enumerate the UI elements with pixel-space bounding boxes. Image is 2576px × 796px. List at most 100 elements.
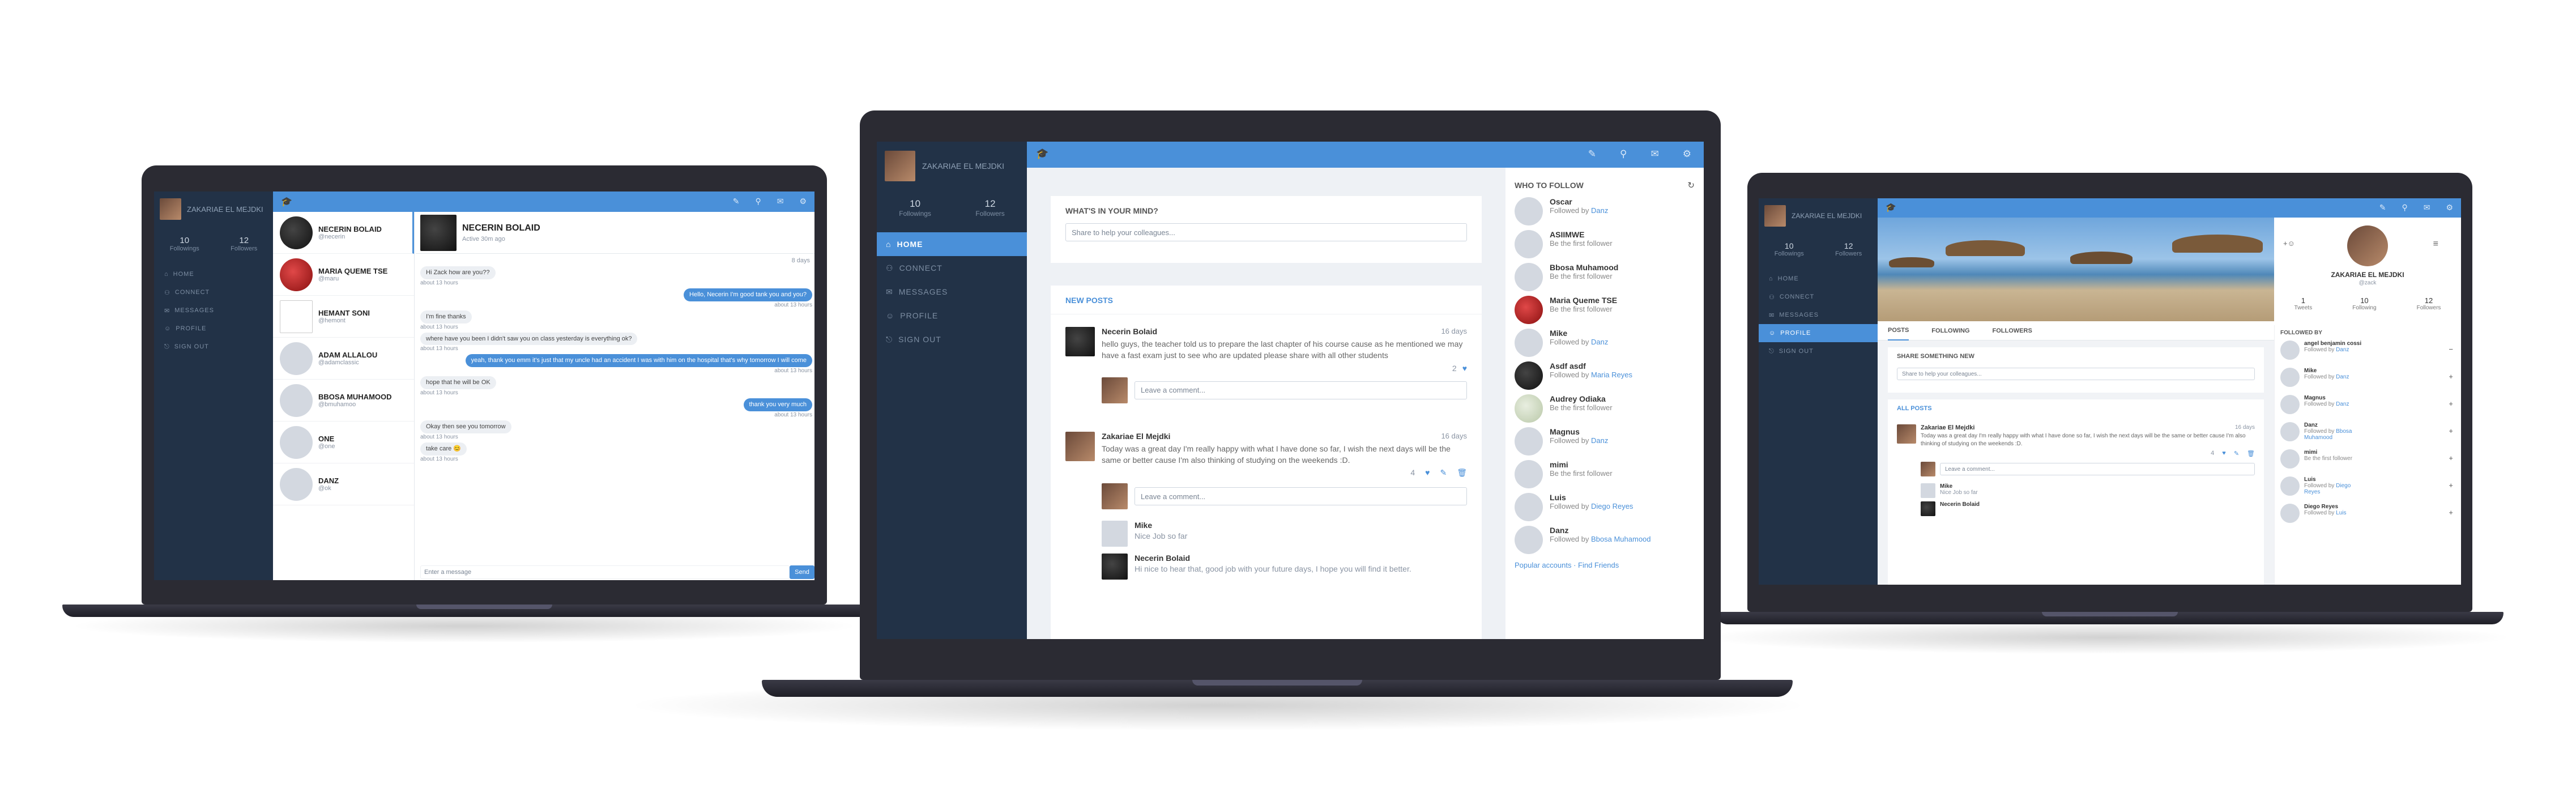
suggestion-by[interactable]: Diego Reyes [1591,502,1633,510]
nav-home[interactable]: ⌂ HOME [154,265,273,283]
sidebar-user[interactable]: ZAKARIAE EL MEJDKI [885,151,1004,181]
contact-item[interactable]: BBOSA MUHAMOOD @bmuhamoo [273,380,414,422]
chat-icon[interactable]: ✉ [1651,148,1659,160]
nav-sign-out[interactable]: ⎋ SIGN OUT [877,327,1027,351]
plus-icon[interactable]: + [2449,481,2453,489]
follower-by[interactable]: Danz [2336,374,2349,380]
plus-icon[interactable]: + [2449,372,2453,381]
trash-icon[interactable]: 🗑 [1457,468,1467,478]
suggestion-item[interactable]: Asdf asdf Followed by Maria Reyes [1515,361,1695,394]
suggestion-by[interactable]: Danz [1591,436,1608,445]
refresh-icon[interactable]: ↻ [1687,180,1695,190]
nav-connect[interactable]: ⚇ CONNECT [1759,288,1878,306]
followers-count[interactable]: 12 Followers [975,198,1004,218]
plus-icon[interactable]: + [2449,399,2453,408]
tab-followers[interactable]: FOLLOWERS [1993,327,2032,334]
nav-home[interactable]: ⌂ HOME [877,232,1027,256]
nav-messages[interactable]: ✉ MESSAGES [1759,306,1878,324]
edit-icon[interactable]: ✎ [2379,203,2386,212]
suggestion-item[interactable]: Magnus Followed by Danz [1515,427,1695,460]
send-button[interactable]: Send [790,565,814,579]
follower-by[interactable]: Luis [2336,510,2346,516]
contact-item[interactable]: HEMANT SONI @hemont [273,296,414,338]
suggestion-by[interactable]: Danz [1591,206,1608,215]
contact-item[interactable]: ONE @one [273,422,414,463]
sidebar-user[interactable]: ZAKARIAE EL MEJDKI [1764,205,1862,227]
stat-following[interactable]: 10 Following [2352,296,2376,311]
suggestion-by[interactable]: Danz [1591,338,1608,346]
gear-icon[interactable]: ⚙ [2446,203,2453,212]
suggestion-item[interactable]: Oscar Followed by Danz [1515,197,1695,230]
graduation-cap-icon[interactable]: 🎓 [281,196,292,207]
heart-icon[interactable]: ♥ [2222,450,2226,457]
suggestion-item[interactable]: Danz Followed by Bbosa Muhamood [1515,526,1695,559]
edit-icon[interactable]: ✎ [2234,450,2239,457]
footer-links[interactable]: Popular accounts · Find Friends [1515,561,1695,569]
nav-profile[interactable]: ☺ PROFILE [154,320,273,338]
nav-connect[interactable]: ⚇ CONNECT [877,256,1027,280]
follower-item[interactable]: Mike Followed by Danz + [2280,368,2455,395]
sidebar-user[interactable]: ZAKARIAE EL MEJDKI [160,198,263,220]
heart-icon[interactable]: ♥ [1462,364,1467,373]
nav-sign-out[interactable]: ⎋ SIGN OUT [1759,342,1878,360]
suggestion-item[interactable]: Mike Followed by Danz [1515,329,1695,361]
follower-item[interactable]: angel benjamin cossi Followed by Danz − [2280,340,2455,368]
suggestion-item[interactable]: Maria Queme TSE Be the first follower [1515,296,1695,329]
nav-connect[interactable]: ⚇ CONNECT [154,283,273,301]
nav-messages[interactable]: ✉ MESSAGES [154,301,273,320]
comment-input[interactable]: Leave a comment... [1135,487,1467,506]
composer-input[interactable]: Share to help your colleagues... [1065,223,1467,241]
edit-icon[interactable]: ✎ [1440,468,1447,478]
follower-item[interactable]: Diego Reyes Followed by Luis + [2280,504,2455,531]
contact-item[interactable]: NECERIN BOLAID @necerin [273,212,414,254]
graduation-cap-icon[interactable]: 🎓 [1036,148,1048,160]
menu-icon[interactable]: ≡ [2433,239,2438,249]
followers-count[interactable]: 12 Followers [231,236,257,252]
stat-followers[interactable]: 12 Followers [2417,296,2441,311]
follower-item[interactable]: mimi Be the first follower + [2280,449,2455,476]
gear-icon[interactable]: ⚙ [1683,148,1691,160]
chat-icon[interactable]: ✉ [2424,203,2430,212]
following-count[interactable]: 10 Followings [1775,241,1804,257]
search-icon[interactable]: ⚲ [2402,203,2407,212]
gear-icon[interactable]: ⚙ [799,197,807,206]
add-user-icon[interactable]: +☺ [2283,239,2295,248]
following-count[interactable]: 10 Followings [899,198,931,218]
tab-posts[interactable]: POSTS [1888,321,1909,340]
search-icon[interactable]: ⚲ [1620,148,1627,160]
suggestion-by[interactable]: Bbosa Muhamood [1591,535,1651,543]
nav-profile[interactable]: ☺ PROFILE [1759,324,1878,342]
edit-icon[interactable]: ✎ [1588,148,1596,160]
following-count[interactable]: 10 Followings [170,236,199,252]
minus-icon[interactable]: − [2449,345,2453,354]
suggestion-item[interactable]: Audrey Odiaka Be the first follower [1515,394,1695,427]
edit-icon[interactable]: ✎ [733,197,740,206]
suggestion-by[interactable]: Maria Reyes [1591,371,1632,379]
comment-input[interactable]: Leave a comment... [1940,463,2255,475]
message-input[interactable]: Enter a message [420,565,790,579]
contact-item[interactable]: DANZ @ok [273,463,414,505]
tab-following[interactable]: FOLLOWING [1931,327,1969,334]
suggestion-item[interactable]: ASIIMWE Be the first follower [1515,230,1695,263]
contact-item[interactable]: MARIA QUEME TSE @maru [273,254,414,296]
follower-item[interactable]: Magnus Followed by Danz + [2280,395,2455,422]
contact-item[interactable]: ADAM ALLALOU @adamclassic [273,338,414,380]
suggestion-item[interactable]: Bbosa Muhamood Be the first follower [1515,263,1695,296]
chat-icon[interactable]: ✉ [777,197,784,206]
graduation-cap-icon[interactable]: 🎓 [1886,202,1896,212]
follower-by[interactable]: Danz [2336,401,2349,407]
follower-by[interactable]: Danz [2336,347,2349,353]
follower-item[interactable]: Danz Followed by Bbosa Muhamood + [2280,422,2455,449]
follower-item[interactable]: Luis Followed by Diego Reyes + [2280,476,2455,504]
followers-count[interactable]: 12 Followers [1835,241,1862,257]
nav-messages[interactable]: ✉ MESSAGES [877,280,1027,304]
nav-profile[interactable]: ☺ PROFILE [877,304,1027,327]
plus-icon[interactable]: + [2449,427,2453,435]
plus-icon[interactable]: + [2449,508,2453,517]
trash-icon[interactable]: 🗑 [2247,450,2255,457]
plus-icon[interactable]: + [2449,454,2453,462]
nav-sign-out[interactable]: ⎋ SIGN OUT [154,338,273,356]
comment-input[interactable]: Leave a comment... [1135,381,1467,399]
suggestion-item[interactable]: Luis Followed by Diego Reyes [1515,493,1695,526]
suggestion-item[interactable]: mimi Be the first follower [1515,460,1695,493]
